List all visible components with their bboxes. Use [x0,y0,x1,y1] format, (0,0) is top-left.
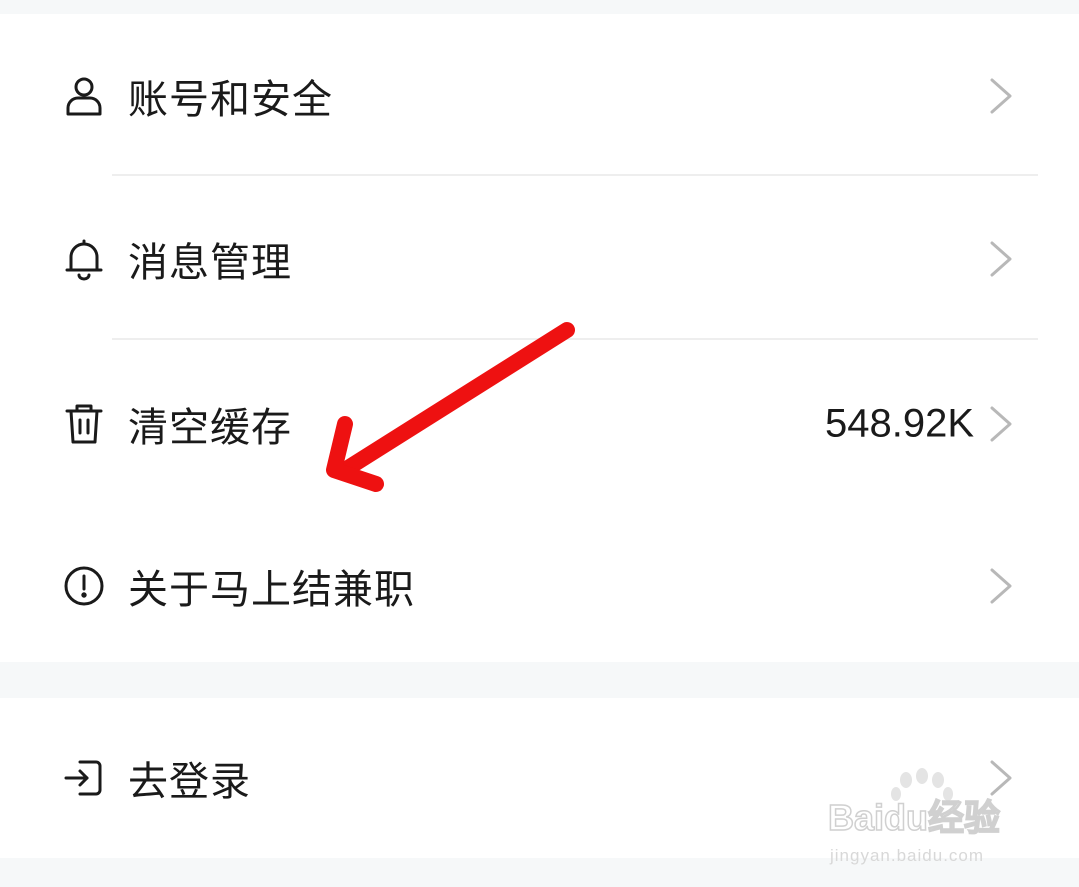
cache-size-value: 548.92K [824,401,974,445]
settings-item-label: 关于马上结兼职 [128,566,415,613]
chevron-right-icon [986,566,1016,606]
settings-item-about[interactable]: 关于马上结兼职 [0,504,1079,667]
trash-icon [62,402,106,446]
login-label: 去登录 [128,759,251,805]
settings-card: 账号和安全 消息管理 清空缓存 548.92K 关于马上结兼职 [0,14,1079,662]
settings-item-account-security[interactable]: 账号和安全 [0,14,1079,177]
login-icon [62,756,106,800]
settings-item-label: 账号和安全 [128,76,333,123]
bell-icon [62,237,106,281]
settings-item-clear-cache[interactable]: 清空缓存 548.92K [0,342,1079,505]
divider [112,174,1038,176]
settings-item-label: 清空缓存 [128,404,292,451]
divider [112,338,1038,340]
chevron-right-icon [986,404,1016,444]
chevron-right-icon [986,758,1016,798]
chevron-right-icon [986,239,1016,279]
chevron-right-icon [986,76,1016,116]
user-icon [62,74,106,118]
login-item[interactable]: 去登录 [0,698,1079,858]
settings-item-message-management[interactable]: 消息管理 [0,177,1079,340]
settings-item-label: 消息管理 [128,239,292,286]
login-card: 去登录 [0,698,1079,858]
info-circle-icon [62,564,106,608]
